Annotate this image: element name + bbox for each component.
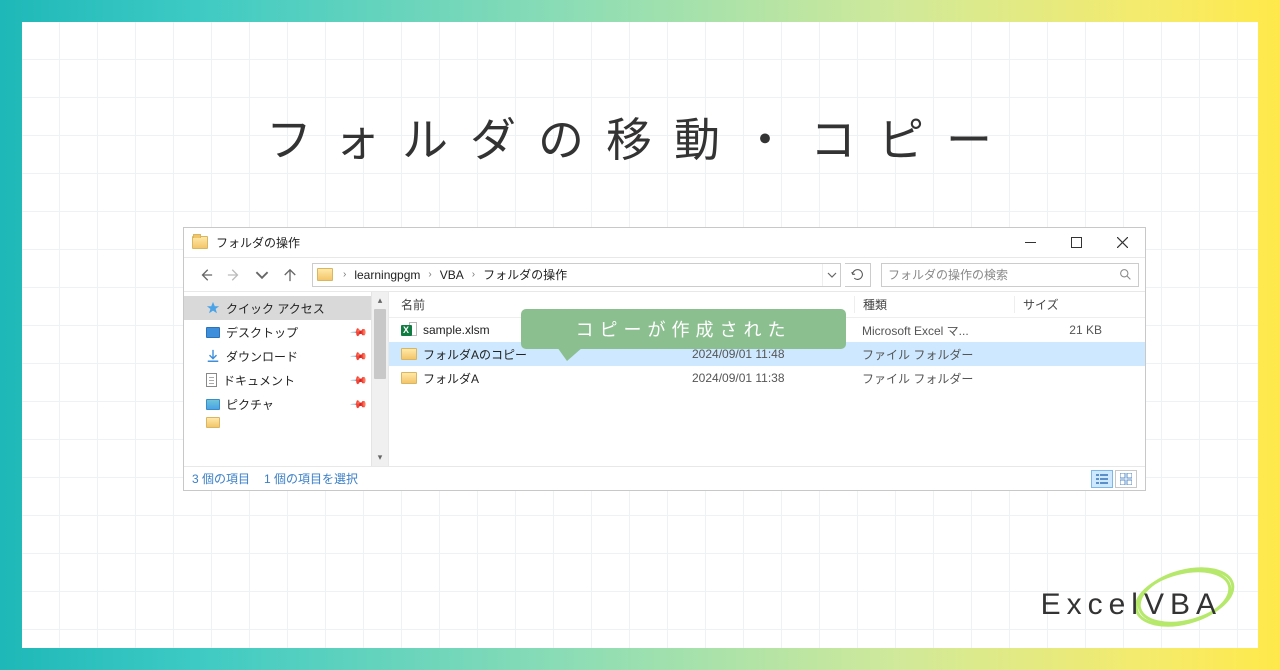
pictures-icon bbox=[206, 399, 220, 410]
brand-text: ExcelVBA bbox=[1041, 588, 1222, 622]
minimize-icon bbox=[1025, 237, 1036, 248]
sidebar-label: クイック アクセス bbox=[226, 300, 325, 317]
cell-type: ファイル フォルダー bbox=[854, 370, 1014, 387]
recent-button[interactable] bbox=[250, 263, 274, 287]
folder-icon bbox=[206, 417, 220, 428]
cell-date: 2024/09/01 11:48 bbox=[684, 347, 854, 361]
sidebar-item-quick-access[interactable]: クイック アクセス bbox=[184, 296, 388, 320]
col-size[interactable]: サイズ bbox=[1014, 296, 1114, 313]
file-row[interactable]: フォルダA 2024/09/01 11:38ファイル フォルダー bbox=[389, 366, 1145, 390]
arrow-right-icon bbox=[227, 268, 241, 282]
search-icon bbox=[1119, 268, 1132, 281]
address-dropdown[interactable] bbox=[822, 264, 840, 286]
address-bar[interactable]: › learningpgm › VBA › フォルダの操作 bbox=[312, 263, 841, 287]
download-icon bbox=[206, 349, 220, 363]
headline-part3: ・ bbox=[742, 114, 810, 166]
view-icons-button[interactable] bbox=[1115, 470, 1137, 488]
arrow-left-icon bbox=[199, 268, 213, 282]
breadcrumb-item[interactable]: フォルダの操作 bbox=[483, 266, 567, 283]
sidebar-item-desktop[interactable]: デスクトップ 📌 bbox=[184, 320, 388, 344]
sidebar-item-downloads[interactable]: ダウンロード 📌 bbox=[184, 344, 388, 368]
nav-scrollbar[interactable]: ▴ ▾ bbox=[371, 292, 388, 466]
headline-part2: 移動 bbox=[606, 114, 742, 166]
close-icon bbox=[1117, 237, 1128, 248]
sidebar-label: デスクトップ bbox=[226, 324, 298, 341]
titlebar: フォルダの操作 bbox=[184, 228, 1145, 258]
desktop-icon bbox=[206, 327, 220, 338]
search-input[interactable]: フォルダの操作の検索 bbox=[881, 263, 1139, 287]
folder-icon bbox=[401, 372, 417, 384]
file-name: sample.xlsm bbox=[423, 323, 490, 337]
chevron-right-icon: › bbox=[428, 269, 431, 280]
sidebar-item-documents[interactable]: ドキュメント 📌 bbox=[184, 368, 388, 392]
chevron-right-icon: › bbox=[343, 269, 346, 280]
folder-icon bbox=[317, 268, 333, 281]
sidebar-item-pictures[interactable]: ピクチャ 📌 bbox=[184, 392, 388, 416]
details-view-icon bbox=[1096, 473, 1108, 485]
pin-icon: 📌 bbox=[350, 395, 369, 414]
navbar: › learningpgm › VBA › フォルダの操作 フォルダの操作の検索 bbox=[184, 258, 1145, 292]
status-selected: 1 個の項目を選択 bbox=[264, 470, 358, 487]
cell-size: 21 KB bbox=[1014, 323, 1114, 337]
col-type[interactable]: 種類 bbox=[854, 296, 1014, 313]
file-name: フォルダAのコピー bbox=[423, 346, 527, 363]
sidebar-label: ダウンロード bbox=[226, 348, 298, 365]
chevron-down-icon bbox=[255, 268, 269, 282]
maximize-button[interactable] bbox=[1053, 228, 1099, 258]
search-placeholder: フォルダの操作の検索 bbox=[888, 266, 1119, 283]
minimize-button[interactable] bbox=[1007, 228, 1053, 258]
star-icon bbox=[206, 301, 220, 315]
scroll-up-button[interactable]: ▴ bbox=[372, 292, 388, 309]
view-details-button[interactable] bbox=[1091, 470, 1113, 488]
window-title: フォルダの操作 bbox=[216, 234, 300, 251]
maximize-icon bbox=[1071, 237, 1082, 248]
refresh-button[interactable] bbox=[845, 263, 871, 287]
folder-icon bbox=[192, 236, 208, 249]
navigation-pane: クイック アクセス デスクトップ 📌 ダウンロード 📌 ドキュメン bbox=[184, 292, 389, 466]
close-button[interactable] bbox=[1099, 228, 1145, 258]
folder-icon bbox=[401, 348, 417, 360]
chevron-right-icon: › bbox=[472, 269, 475, 280]
sidebar-label: ドキュメント bbox=[223, 372, 295, 389]
callout-text: コピーが作成された bbox=[576, 316, 792, 342]
breadcrumb-item[interactable]: learningpgm bbox=[354, 268, 420, 282]
callout-bubble: コピーが作成された bbox=[521, 309, 846, 349]
pin-icon: 📌 bbox=[350, 371, 369, 390]
arrow-up-icon bbox=[283, 268, 297, 282]
excel-icon: X bbox=[401, 322, 417, 338]
back-button[interactable] bbox=[194, 263, 218, 287]
status-bar: 3 個の項目 1 個の項目を選択 bbox=[184, 466, 1145, 490]
sidebar-item-cutoff[interactable] bbox=[184, 416, 388, 428]
scroll-track[interactable] bbox=[372, 309, 388, 449]
file-name: フォルダA bbox=[423, 370, 479, 387]
pin-icon: 📌 bbox=[350, 323, 369, 342]
pin-icon: 📌 bbox=[350, 347, 369, 366]
sidebar-label: ピクチャ bbox=[226, 396, 274, 413]
breadcrumb-item[interactable]: VBA bbox=[440, 268, 464, 282]
scroll-thumb[interactable] bbox=[374, 309, 386, 379]
chevron-down-icon bbox=[827, 270, 837, 280]
cell-name: フォルダA bbox=[389, 370, 684, 387]
status-count: 3 個の項目 bbox=[192, 470, 250, 487]
refresh-icon bbox=[851, 268, 864, 281]
forward-button[interactable] bbox=[222, 263, 246, 287]
headline-part4: コピー bbox=[810, 114, 1014, 166]
cell-type: Microsoft Excel マ... bbox=[854, 322, 1014, 339]
cell-type: ファイル フォルダー bbox=[854, 346, 1014, 363]
cell-date: 2024/09/01 11:38 bbox=[684, 371, 854, 385]
document-icon bbox=[206, 373, 217, 387]
scroll-down-button[interactable]: ▾ bbox=[372, 449, 388, 466]
icons-view-icon bbox=[1120, 473, 1132, 485]
headline-part1: フォルダの bbox=[266, 114, 606, 166]
explorer-window: フォルダの操作 bbox=[183, 227, 1146, 491]
up-button[interactable] bbox=[278, 263, 302, 287]
page-headline: フォルダの移動・コピー bbox=[22, 104, 1258, 170]
